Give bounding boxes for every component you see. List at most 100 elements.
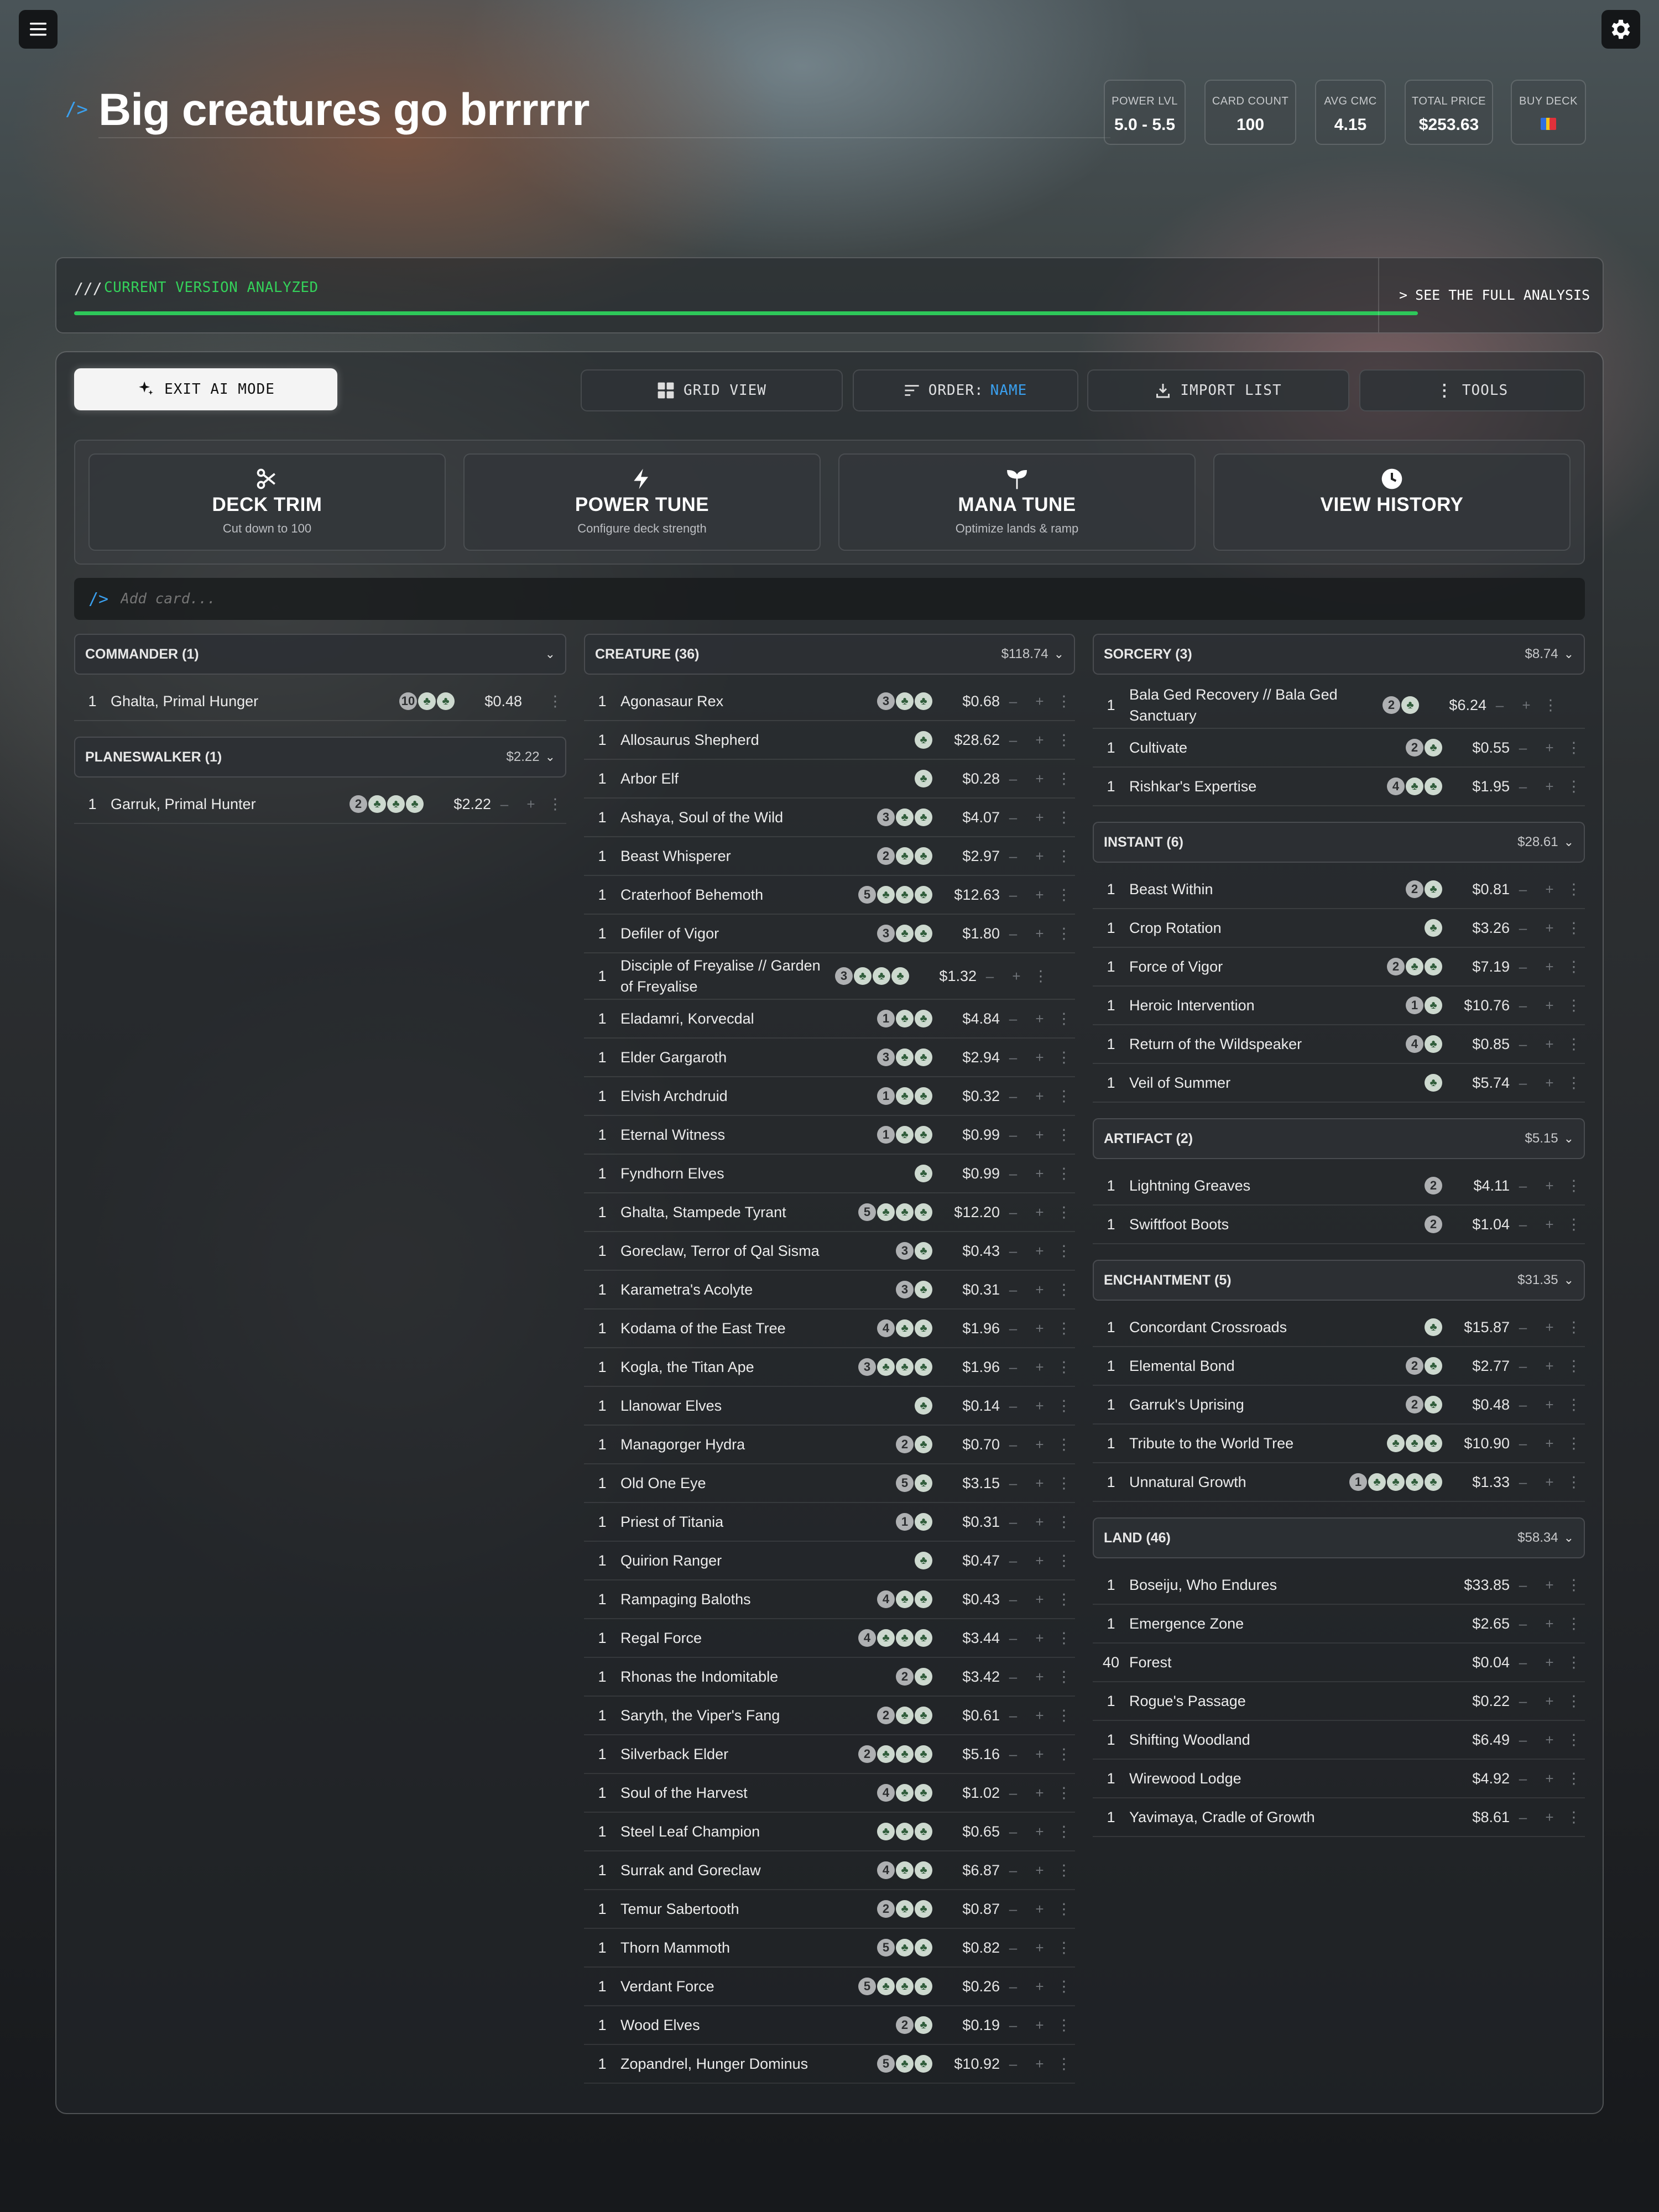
card-row[interactable]: 1 Managorger Hydra 2 ♣ $0.70– + ⋮	[584, 1426, 1075, 1464]
card-menu-icon[interactable]: ⋮	[1053, 770, 1075, 787]
card-menu-icon[interactable]: ⋮	[1053, 925, 1075, 942]
increase-button[interactable]: +	[1026, 1901, 1053, 1918]
increase-button[interactable]: +	[1026, 1165, 1053, 1182]
exit-ai-mode-button[interactable]: EXIT AI MODE	[74, 368, 337, 410]
card-menu-icon[interactable]: ⋮	[1053, 1010, 1075, 1027]
increase-button[interactable]: +	[1026, 1746, 1053, 1763]
card-row[interactable]: 1 Soul of the Harvest 4 ♣ ♣ $1.02– + ⋮	[584, 1774, 1075, 1813]
card-menu-icon[interactable]: ⋮	[544, 796, 566, 813]
card-row[interactable]: 1 Tribute to the World Tree ♣ ♣ ♣ $10.90– + ⋮	[1093, 1425, 1585, 1463]
card-menu-icon[interactable]: ⋮	[1563, 1435, 1585, 1452]
card-row[interactable]: 1 Ashaya, Soul of the Wild 3 ♣ ♣ $4.07– + ⋮	[584, 799, 1075, 837]
card-name[interactable]: Old One Eye	[620, 1473, 895, 1494]
card-menu-icon[interactable]: ⋮	[1563, 1036, 1585, 1053]
card-name[interactable]: Steel Leaf Champion	[620, 1821, 876, 1842]
decrease-button[interactable]: –	[1510, 1074, 1536, 1092]
decrease-button[interactable]: –	[1000, 809, 1026, 826]
increase-button[interactable]: +	[1026, 1823, 1053, 1840]
card-row[interactable]: 1 Disciple of Freyalise // Garden of Frey…	[584, 953, 1075, 1000]
card-menu-icon[interactable]: ⋮	[1053, 1359, 1075, 1376]
card-name[interactable]: Zopandrel, Hunger Dominus	[620, 2053, 876, 2074]
card-menu-icon[interactable]: ⋮	[1053, 886, 1075, 904]
card-row[interactable]: 1 Kodama of the East Tree 4 ♣ ♣ $1.96– + ⋮	[584, 1310, 1075, 1348]
card-name[interactable]: Priest of Titania	[620, 1511, 895, 1532]
increase-button[interactable]: +	[1026, 1010, 1053, 1027]
increase-button[interactable]: +	[1536, 1177, 1563, 1194]
card-menu-icon[interactable]: ⋮	[1563, 881, 1585, 898]
decrease-button[interactable]: –	[1510, 1615, 1536, 1632]
increase-button[interactable]: +	[1026, 809, 1053, 826]
card-name[interactable]: Fyndhorn Elves	[620, 1163, 914, 1184]
order-button[interactable]: ORDER: NAME	[853, 369, 1078, 411]
card-name[interactable]: Goreclaw, Terror of Qal Sisma	[620, 1240, 895, 1261]
increase-button[interactable]: +	[1536, 881, 1563, 898]
card-row[interactable]: 1 Cultivate 2 ♣ $0.55– + ⋮	[1093, 729, 1585, 768]
increase-button[interactable]: +	[1536, 1074, 1563, 1092]
card-row[interactable]: 1 Silverback Elder 2 ♣ ♣ ♣ $5.16– + ⋮	[584, 1735, 1075, 1774]
card-row[interactable]: 1 Saryth, the Viper's Fang 2 ♣ ♣ $0.61– + ⋮	[584, 1697, 1075, 1735]
decrease-button[interactable]: –	[1510, 1435, 1536, 1452]
card-menu-icon[interactable]: ⋮	[1053, 1514, 1075, 1531]
increase-button[interactable]: +	[1536, 1731, 1563, 1749]
card-name[interactable]: Force of Vigor	[1129, 956, 1386, 977]
card-menu-icon[interactable]: ⋮	[1053, 1320, 1075, 1337]
card-name[interactable]: Eternal Witness	[620, 1124, 876, 1145]
decrease-button[interactable]: –	[1510, 1036, 1536, 1053]
card-menu-icon[interactable]: ⋮	[544, 693, 566, 710]
card-row[interactable]: 1 Bala Ged Recovery // Bala Ged Sanctuary…	[1093, 682, 1585, 729]
card-menu-icon[interactable]: ⋮	[1540, 697, 1562, 714]
card-menu-icon[interactable]: ⋮	[1053, 1049, 1075, 1066]
increase-button[interactable]: +	[1536, 1216, 1563, 1233]
increase-button[interactable]: +	[1003, 968, 1030, 985]
decrease-button[interactable]: –	[1510, 881, 1536, 898]
decrease-button[interactable]: –	[1510, 1731, 1536, 1749]
increase-button[interactable]: +	[1536, 1474, 1563, 1491]
card-name[interactable]: Beast Within	[1129, 879, 1405, 900]
card-name[interactable]: Quirion Ranger	[620, 1550, 914, 1571]
card-name[interactable]: Swiftfoot Boots	[1129, 1214, 1423, 1235]
increase-button[interactable]: +	[1026, 1243, 1053, 1260]
card-name[interactable]: Soul of the Harvest	[620, 1782, 876, 1803]
card-row[interactable]: 1 Concordant Crossroads ♣ $15.87– + ⋮	[1093, 1308, 1585, 1347]
card-menu-icon[interactable]: ⋮	[1563, 1319, 1585, 1336]
card-row[interactable]: 1 Craterhoof Behemoth 5 ♣ ♣ ♣ $12.63– + ⋮	[584, 876, 1075, 915]
card-name[interactable]: Thorn Mammoth	[620, 1937, 876, 1958]
decrease-button[interactable]: –	[1000, 1475, 1026, 1492]
card-name[interactable]: Rogue's Passage	[1129, 1691, 1442, 1712]
increase-button[interactable]: +	[1026, 1514, 1053, 1531]
increase-button[interactable]: +	[1026, 1126, 1053, 1144]
power-tune-card[interactable]: POWER TUNE Configure deck strength	[463, 453, 821, 551]
card-name[interactable]: Forest	[1129, 1652, 1442, 1673]
card-name[interactable]: Elemental Bond	[1129, 1355, 1405, 1376]
card-menu-icon[interactable]: ⋮	[1563, 1577, 1585, 1594]
card-menu-icon[interactable]: ⋮	[1053, 693, 1075, 710]
full-analysis-link[interactable]: > SEE THE FULL ANALYSIS	[1399, 287, 1590, 303]
card-name[interactable]: Managorger Hydra	[620, 1434, 895, 1455]
increase-button[interactable]: +	[1536, 739, 1563, 757]
card-name[interactable]: Wirewood Lodge	[1129, 1768, 1442, 1789]
decrease-button[interactable]: –	[1000, 1088, 1026, 1105]
card-menu-icon[interactable]: ⋮	[1563, 1474, 1585, 1491]
card-menu-icon[interactable]: ⋮	[1053, 1397, 1075, 1415]
increase-button[interactable]: +	[1536, 1615, 1563, 1632]
increase-button[interactable]: +	[1026, 1204, 1053, 1221]
card-menu-icon[interactable]: ⋮	[1053, 1823, 1075, 1840]
increase-button[interactable]: +	[1026, 1552, 1053, 1569]
increase-button[interactable]: +	[1026, 848, 1053, 865]
card-menu-icon[interactable]: ⋮	[1053, 1204, 1075, 1221]
increase-button[interactable]: +	[1536, 1654, 1563, 1671]
increase-button[interactable]: +	[1026, 925, 1053, 942]
increase-button[interactable]: +	[1026, 1397, 1053, 1415]
increase-button[interactable]: +	[1026, 1359, 1053, 1376]
card-row[interactable]: 1 Wirewood Lodge $4.92– + ⋮	[1093, 1760, 1585, 1798]
increase-button[interactable]: +	[1536, 997, 1563, 1014]
decrease-button[interactable]: –	[1000, 1436, 1026, 1453]
card-menu-icon[interactable]: ⋮	[1053, 809, 1075, 826]
card-row[interactable]: 1 Ghalta, Stampede Tyrant 5 ♣ ♣ ♣ $12.20– + ⋮	[584, 1193, 1075, 1232]
deck-title[interactable]: Big creatures go brrrrrr	[98, 84, 589, 136]
decrease-button[interactable]: –	[1000, 1901, 1026, 1918]
decrease-button[interactable]: –	[1510, 1693, 1536, 1710]
section-header-planeswalker[interactable]: PLANESWALKER (1) $2.22 ⌄	[74, 737, 566, 778]
card-row[interactable]: 1 Veil of Summer ♣ $5.74– + ⋮	[1093, 1064, 1585, 1103]
decrease-button[interactable]: –	[1000, 1281, 1026, 1298]
